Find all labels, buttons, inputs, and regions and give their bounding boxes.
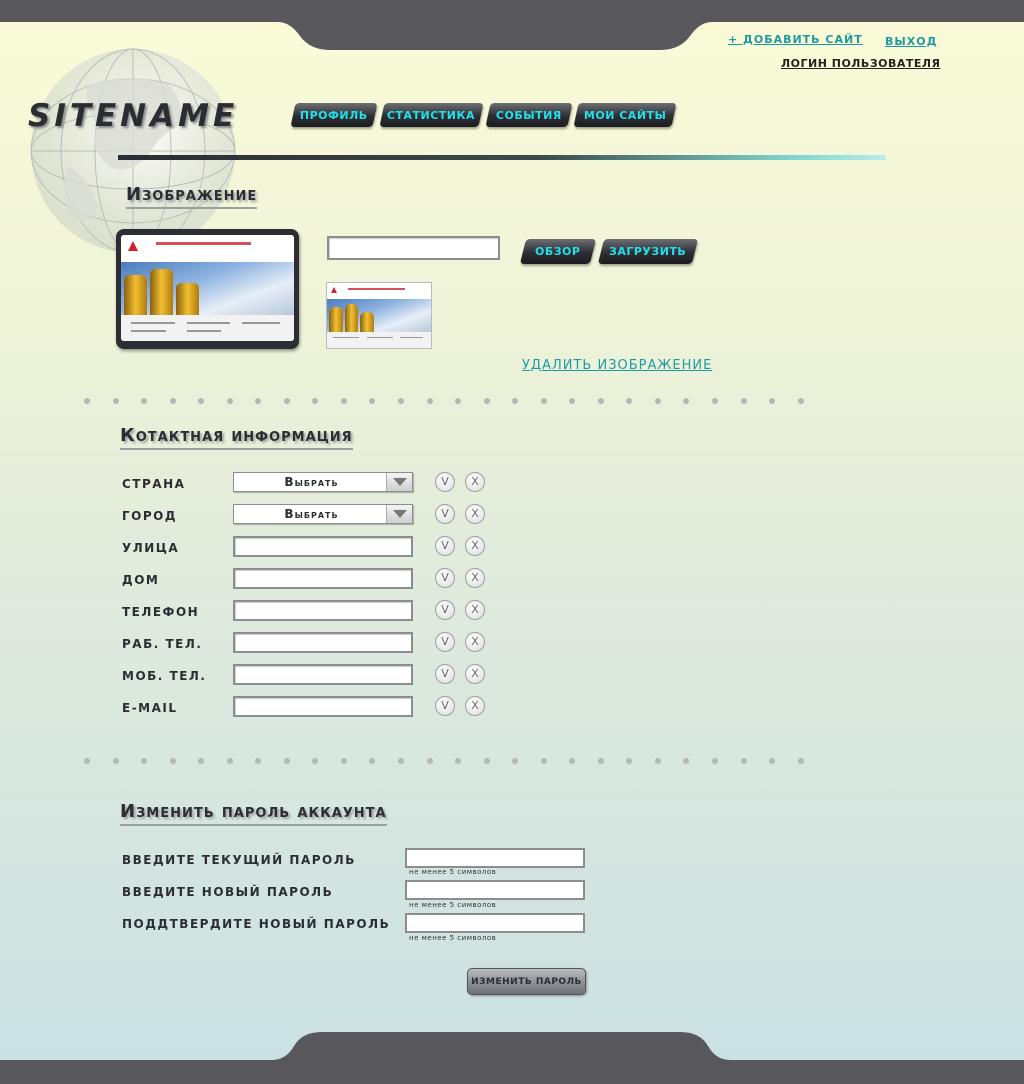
nav-tab-label: СТАТИСТИКА <box>387 108 476 122</box>
check-icon[interactable]: V <box>435 664 455 684</box>
image-section-heading: Изображение <box>126 184 258 209</box>
nav-tab-events[interactable]: СОБЫТИЯ <box>485 103 573 127</box>
new-password-input[interactable] <box>405 880 585 900</box>
email-input[interactable] <box>233 696 413 717</box>
close-icon[interactable]: X <box>465 472 485 492</box>
top-frame-bar <box>0 0 1024 50</box>
check-icon[interactable]: V <box>435 536 455 556</box>
chevron-down-icon[interactable] <box>386 505 412 523</box>
browse-button-label: ОБЗОР <box>535 245 581 258</box>
delete-image-link[interactable]: УДАЛИТЬ ИЗОБРАЖЕНИЕ <box>522 358 712 373</box>
close-icon[interactable]: X <box>465 664 485 684</box>
check-icon[interactable]: V <box>435 600 455 620</box>
mobile-phone-label: МОБ. ТЕЛ. <box>122 669 207 683</box>
new-password-label: ВВЕДИТЕ НОВЫЙ ПАРОЛЬ <box>122 885 334 899</box>
file-path-input[interactable] <box>327 236 500 260</box>
close-icon[interactable]: X <box>465 504 485 524</box>
confirm-password-input[interactable] <box>405 913 585 933</box>
image-preview-screen <box>121 235 294 341</box>
house-label: ДОМ <box>122 573 160 587</box>
work-phone-input[interactable] <box>233 632 413 653</box>
logout-link[interactable]: ВЫХОД <box>885 35 937 48</box>
work-phone-label: РАБ. ТЕЛ. <box>122 637 203 651</box>
phone-input[interactable] <box>233 600 413 621</box>
country-select-value: Выбрать <box>284 475 339 489</box>
city-select[interactable]: Выбрать <box>233 504 413 524</box>
nav-tab-my-sites[interactable]: МОИ САЙТЫ <box>573 103 677 127</box>
nav-tab-profile[interactable]: ПРОФИЛЬ <box>290 103 378 127</box>
dotted-divider <box>84 397 804 405</box>
nav-tab-statistics[interactable]: СТАТИСТИКА <box>379 103 484 127</box>
close-icon[interactable]: X <box>465 536 485 556</box>
current-password-hint: не менее 5 символов <box>409 868 497 876</box>
phone-label: ТЕЛЕФОН <box>122 605 200 619</box>
confirm-password-label: ПОДДТВЕРДИТЕ НОВЫЙ ПАРОЛЬ <box>122 917 391 931</box>
upload-button[interactable]: ЗАГРУЗИТЬ <box>597 239 699 264</box>
nav-tab-label: МОИ САЙТЫ <box>583 108 667 122</box>
mobile-phone-input[interactable] <box>233 664 413 685</box>
email-label: E-MAIL <box>122 701 178 715</box>
check-icon[interactable]: V <box>435 632 455 652</box>
country-select[interactable]: Выбрать <box>233 472 413 492</box>
check-icon[interactable]: V <box>435 472 455 492</box>
confirm-password-hint: не менее 5 символов <box>409 934 497 942</box>
nav-tab-label: СОБЫТИЯ <box>496 108 562 122</box>
browse-button[interactable]: ОБЗОР <box>519 239 597 264</box>
contact-section-heading: Котактная информация <box>120 425 353 450</box>
country-label: СТРАНА <box>122 477 186 491</box>
add-site-link[interactable]: + ДОБАВИТЬ САЙТ <box>728 33 863 46</box>
check-icon[interactable]: V <box>435 696 455 716</box>
site-logo[interactable]: SITENAME <box>28 98 238 134</box>
current-password-input[interactable] <box>405 848 585 868</box>
city-label: ГОРОД <box>122 509 178 523</box>
chevron-down-icon[interactable] <box>386 473 412 491</box>
city-select-value: Выбрать <box>284 507 339 521</box>
house-input[interactable] <box>233 568 413 589</box>
bottom-frame-bar <box>0 1032 1024 1084</box>
check-icon[interactable]: V <box>435 568 455 588</box>
close-icon[interactable]: X <box>465 568 485 588</box>
street-input[interactable] <box>233 536 413 557</box>
header-divider <box>118 155 886 160</box>
globe-icon <box>30 48 236 254</box>
new-password-hint: не менее 5 символов <box>409 901 497 909</box>
check-icon[interactable]: V <box>435 504 455 524</box>
user-login-label[interactable]: ЛОГИН ПОЛЬЗОВАТЕЛЯ <box>781 57 941 70</box>
password-section-heading: Изменить пароль аккаунта <box>120 801 387 826</box>
close-icon[interactable]: X <box>465 696 485 716</box>
upload-button-label: ЗАГРУЗИТЬ <box>609 245 687 258</box>
image-preview-thumbnail <box>326 282 432 349</box>
street-label: УЛИЦА <box>122 541 180 555</box>
close-icon[interactable]: X <box>465 600 485 620</box>
dotted-divider <box>84 757 804 765</box>
nav-tab-label: ПРОФИЛЬ <box>300 108 368 122</box>
close-icon[interactable]: X <box>465 632 485 652</box>
image-preview-large <box>116 229 299 349</box>
current-password-label: ВВЕДИТЕ ТЕКУЩИЙ ПАРОЛЬ <box>122 853 356 867</box>
change-password-button[interactable]: ИЗМЕНИТЬ ПАРОЛЬ <box>467 968 586 995</box>
